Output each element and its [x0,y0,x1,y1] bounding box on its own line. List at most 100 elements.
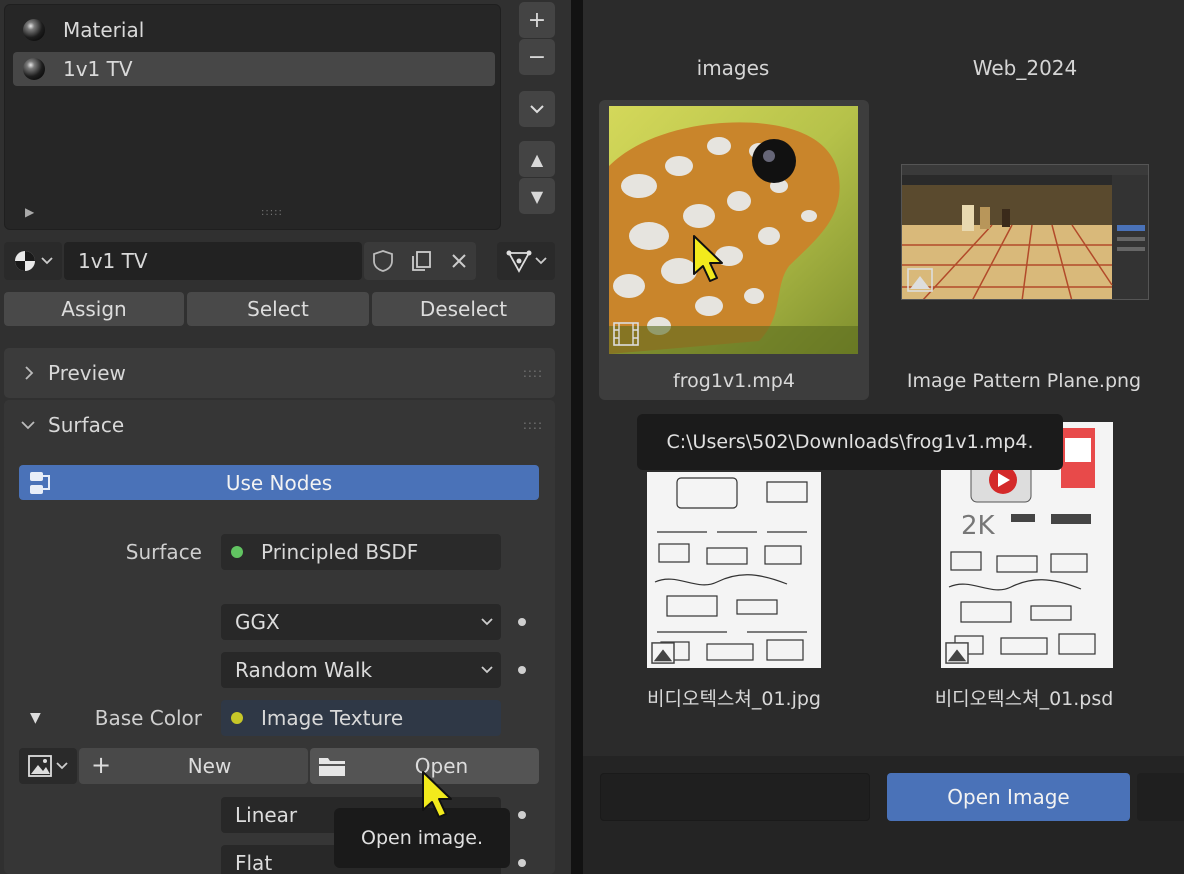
shader-socket-icon [231,546,243,558]
distribution-dropdown[interactable]: GGX [221,604,501,640]
base-color-text: Image Texture [261,706,404,730]
material-actions-group [364,242,476,280]
interpolation-value: Linear [235,803,298,827]
image-file-icon [651,642,675,664]
drag-handle-icon[interactable]: :::: [523,366,543,380]
move-up-button[interactable]: ▲ [519,141,555,177]
image-file-icon [907,268,933,292]
file-item-pattern-plane[interactable]: Image Pattern Plane.png [889,100,1159,400]
file-name: 비디오텍스쳐_01.jpg [647,688,821,710]
file-path-tooltip: C:\Users\502\Downloads\frog1v1.mp4. [637,414,1063,470]
material-slot-list[interactable]: Material 1v1 TV ▶ ::::: [4,4,501,230]
link-data-button[interactable] [497,242,555,280]
pattern-plane-thumbnail [901,164,1149,300]
subsurface-value: Random Walk [235,658,373,682]
material-slot-item[interactable]: Material [13,13,495,47]
close-icon [452,254,466,268]
remove-slot-button[interactable]: − [519,39,555,75]
material-preview-icon [15,251,35,271]
minus-icon: − [527,44,547,70]
file-name: Image Pattern Plane.png [906,370,1142,392]
base-color-field[interactable]: Image Texture [221,700,501,736]
preview-panel-header[interactable]: Preview :::: [4,348,555,398]
shield-icon [373,250,393,272]
drag-handle-icon[interactable]: :::: [523,418,543,432]
material-slot-label: Material [63,18,145,42]
open-image-confirm-button[interactable]: Open Image [887,773,1130,821]
collapse-arrow-icon[interactable]: ▼ [30,710,41,726]
material-browse-button[interactable] [4,242,62,280]
image-browse-button[interactable] [19,748,77,784]
filename-input[interactable] [600,773,870,821]
subsurface-method-dropdown[interactable]: Random Walk [221,652,501,688]
chevron-down-icon [56,762,68,770]
mesh-data-icon [506,250,531,273]
surface-shader-text: Principled BSDF [261,540,419,564]
projection-value: Flat [235,851,273,874]
expand-arrow-icon[interactable]: ▶ [25,205,34,219]
chevron-down-icon [481,618,493,626]
panel-title: Surface [48,413,125,437]
assign-button[interactable]: Assign [4,292,184,326]
folder-label[interactable]: images [643,56,823,80]
use-nodes-label: Use Nodes [225,470,333,495]
properties-panel: Material 1v1 TV ▶ ::::: + − ▲ ▼ 1v1 TV A… [0,0,571,874]
mouse-cursor-icon [422,771,452,818]
socket-dot-icon[interactable] [518,666,526,674]
use-nodes-button[interactable]: Use Nodes [19,465,539,500]
base-color-label: Base Color [94,706,202,730]
folder-icon [319,758,345,776]
material-name-text: 1v1 TV [78,249,148,273]
move-down-button[interactable]: ▼ [519,178,555,214]
distribution-value: GGX [235,610,280,634]
chevron-down-icon [530,105,544,114]
sketch-jpg-thumbnail [647,472,821,668]
surface-shader-field[interactable]: Principled BSDF [221,534,501,570]
chevron-down-icon [41,257,53,265]
unlink-button[interactable] [442,244,476,278]
image-icon [28,755,52,777]
file-browser: images Web_2024 frog1v1.mp4 Image Patter… [583,0,1184,874]
new-image-button[interactable]: + New [79,748,308,784]
arrow-down-icon: ▼ [530,186,544,206]
panel-divider [571,0,583,874]
node-tree-icon [30,472,50,494]
resize-grip-icon[interactable]: ::::: [261,207,283,218]
fake-user-button[interactable] [366,244,400,278]
plus-icon: + [527,7,547,33]
socket-dot-icon[interactable] [518,618,526,626]
duplicate-icon [412,251,431,271]
image-file-icon [945,642,969,664]
panel-title: Preview [48,361,126,385]
video-file-icon [613,322,639,346]
file-name: 비디오텍스쳐_01.psd [934,688,1114,710]
surface-panel-header[interactable]: Surface :::: [4,400,555,450]
select-button[interactable]: Select [187,292,369,326]
add-slot-button[interactable]: + [519,2,555,38]
material-name-field[interactable]: 1v1 TV [64,242,362,280]
socket-dot-icon[interactable] [518,811,526,819]
file-name: frog1v1.mp4 [673,370,795,392]
svg-text:2K: 2K [961,511,996,541]
socket-dot-icon[interactable] [518,859,526,867]
frog-thumbnail [609,106,858,354]
chevron-down-icon [21,421,35,430]
deselect-button[interactable]: Deselect [372,292,555,326]
folder-label[interactable]: Web_2024 [935,56,1115,80]
material-slot-item-selected[interactable]: 1v1 TV [13,52,495,86]
chevron-right-icon [25,366,34,380]
slot-menu-button[interactable] [519,91,555,127]
duplicate-button[interactable] [404,244,438,278]
chevron-down-icon [534,257,547,265]
material-sphere-icon [23,19,45,41]
chevron-down-icon [481,666,493,674]
material-slot-label: 1v1 TV [63,57,133,81]
cancel-button[interactable] [1137,773,1184,821]
plus-icon: + [91,751,112,779]
surface-label: Surface [125,540,202,564]
mouse-cursor-icon [693,235,723,282]
arrow-up-icon: ▲ [530,149,544,169]
color-socket-icon [231,712,243,724]
new-image-label: New [187,754,232,778]
file-item-frog[interactable]: frog1v1.mp4 [599,100,869,400]
